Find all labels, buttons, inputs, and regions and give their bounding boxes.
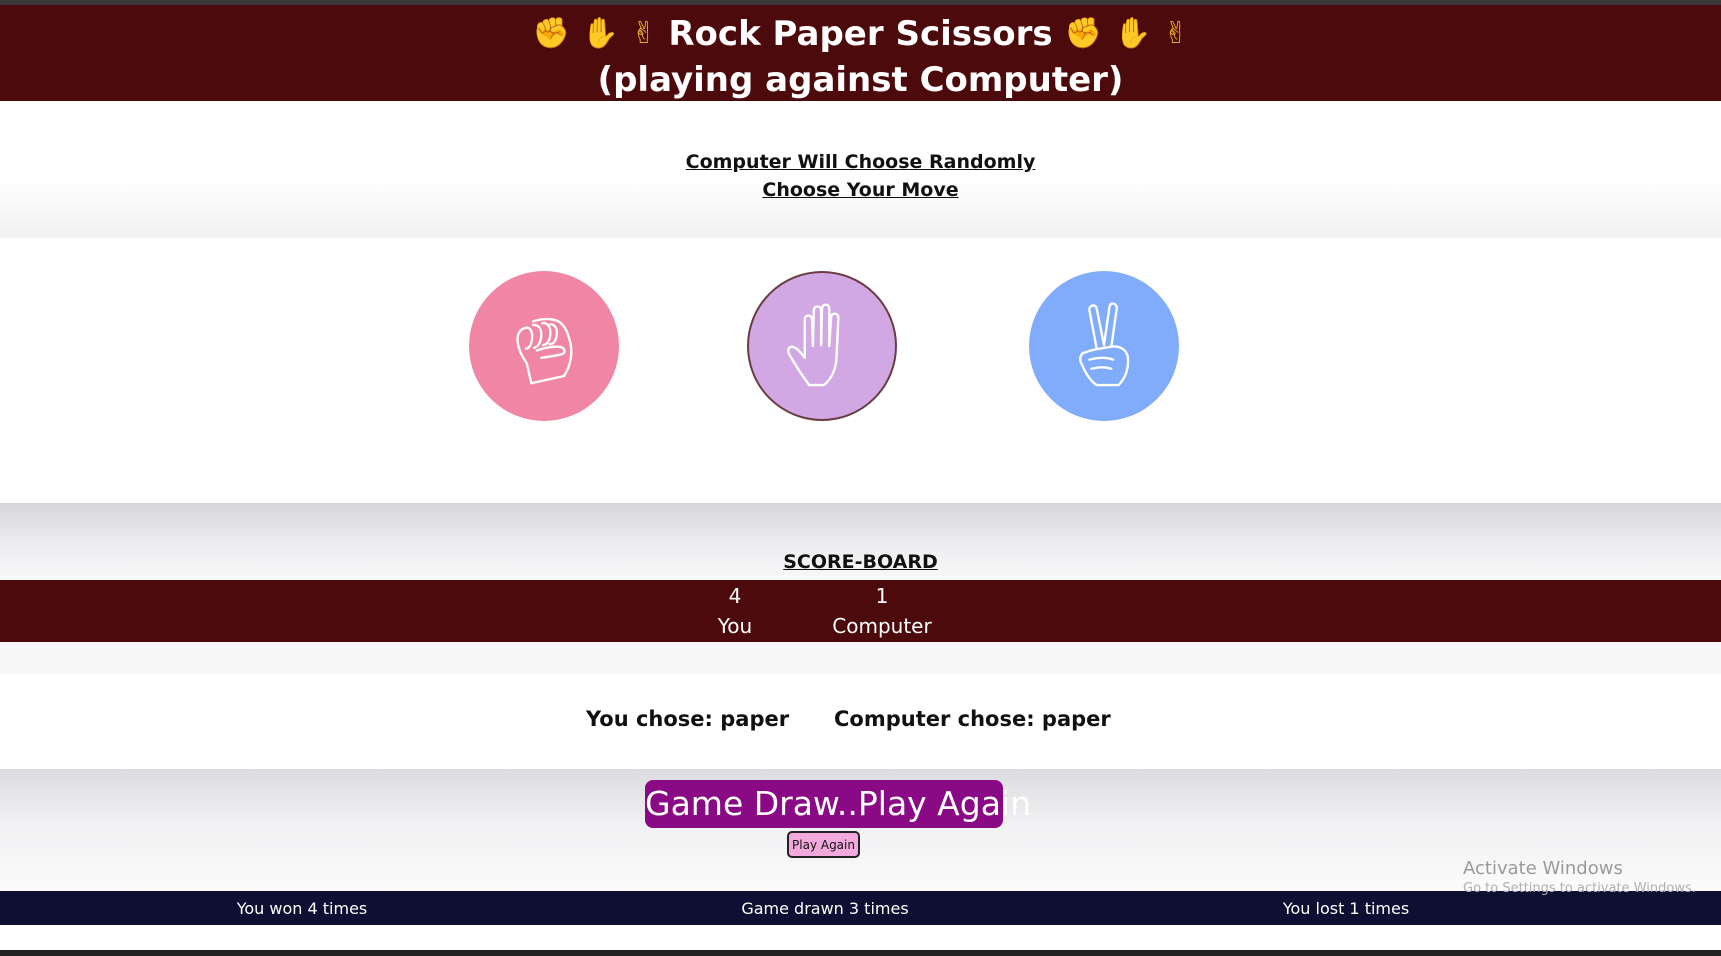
activate-windows-watermark: Activate Windows Go to Settings to activ… [1463,858,1696,896]
you-chose-text: You chose: paper [586,707,790,731]
peace-hand-icon [1079,302,1130,387]
victory-emoji-icon: ✌ [631,16,657,51]
you-label: You [717,614,753,638]
page-title: Rock Paper Scissors [668,14,1053,54]
computer-label: Computer [832,614,932,638]
lost-count-text: You lost 1 times [1282,899,1410,918]
hand-emoji-icon: ✋ [581,16,620,51]
scissors-choice-button[interactable] [1029,271,1179,421]
watermark-title: Activate Windows [1463,858,1623,879]
title-row: ✊ ✋ ✌ Rock Paper Scissors ✊ ✋ ✌ [0,8,1721,60]
instruction-choose: Choose Your Move [762,179,959,201]
drawn-count-text: Game drawn 3 times [741,899,909,918]
page-subtitle: (playing against Computer) [597,60,1124,100]
fist-icon [516,317,573,385]
watermark-subtitle: Go to Settings to activate Windows. [1463,881,1696,896]
paper-choice-button[interactable] [747,271,897,421]
won-count-text: You won 4 times [236,899,368,918]
computer-score: 1 [875,584,889,608]
fist-emoji-icon: ✊ [532,16,570,51]
open-hand-icon [787,303,840,387]
hand-emoji-icon: ✋ [1113,16,1152,51]
result-message: Game Draw..Play Again [645,780,1031,828]
divider-band [0,642,1721,674]
you-score: 4 [728,584,742,608]
play-again-button[interactable]: Play Again [787,831,860,858]
stats-footer: You won 4 times Game drawn 3 times You l… [0,891,1721,925]
instruction-random: Computer Will Choose Randomly [685,151,1036,173]
page-header: ✊ ✋ ✌ Rock Paper Scissors ✊ ✋ ✌ (playing… [0,5,1721,101]
instructions-band: Computer Will Choose Randomly Choose You… [0,101,1721,238]
victory-emoji-icon: ✌ [1163,16,1189,51]
computer-chose-text: Computer chose: paper [834,707,1111,731]
fist-emoji-icon: ✊ [1064,16,1102,51]
rock-choice-button[interactable] [469,271,619,421]
scoreboard-bar: 4 You 1 Computer [0,580,1721,642]
bottom-edge [0,950,1721,956]
scoreboard-title: SCORE-BOARD [783,551,938,573]
